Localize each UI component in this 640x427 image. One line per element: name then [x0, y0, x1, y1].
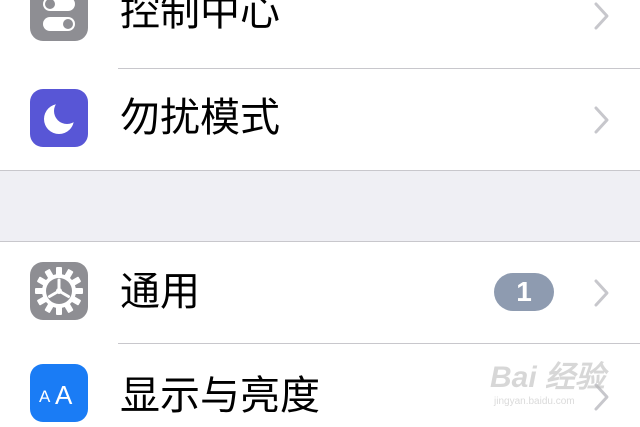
moon-icon: [30, 89, 88, 147]
settings-row-control-center[interactable]: 控制中心: [0, 0, 640, 70]
settings-row-label: 控制中心: [120, 0, 280, 35]
svg-text:A: A: [55, 380, 73, 410]
settings-group-top: 控制中心 勿扰模式: [0, 0, 640, 171]
settings-screen: 控制中心 勿扰模式 通用 1 A A 显示与亮度 Bai 经验 jingyan.…: [0, 0, 640, 427]
svg-text:A: A: [39, 387, 51, 406]
text-size-icon: A A: [30, 364, 88, 422]
notification-badge: 1: [494, 273, 554, 311]
watermark-brand: Bai 经验: [490, 361, 606, 394]
settings-row-label: 通用: [120, 269, 200, 315]
gear-icon: [30, 262, 88, 320]
settings-row-label: 勿扰模式: [120, 95, 280, 141]
baidu-watermark: Bai 经验 jingyan.baidu.com: [490, 352, 640, 414]
settings-row-label: 显示与亮度: [120, 373, 320, 419]
settings-row-do-not-disturb[interactable]: 勿扰模式: [0, 69, 640, 169]
control-center-icon: [30, 0, 88, 41]
chevron-right-icon: [594, 279, 609, 307]
chevron-right-icon: [594, 106, 609, 134]
chevron-right-icon: [594, 2, 609, 30]
settings-row-general[interactable]: 通用 1: [0, 242, 640, 342]
watermark-url: jingyan.baidu.com: [494, 396, 575, 407]
